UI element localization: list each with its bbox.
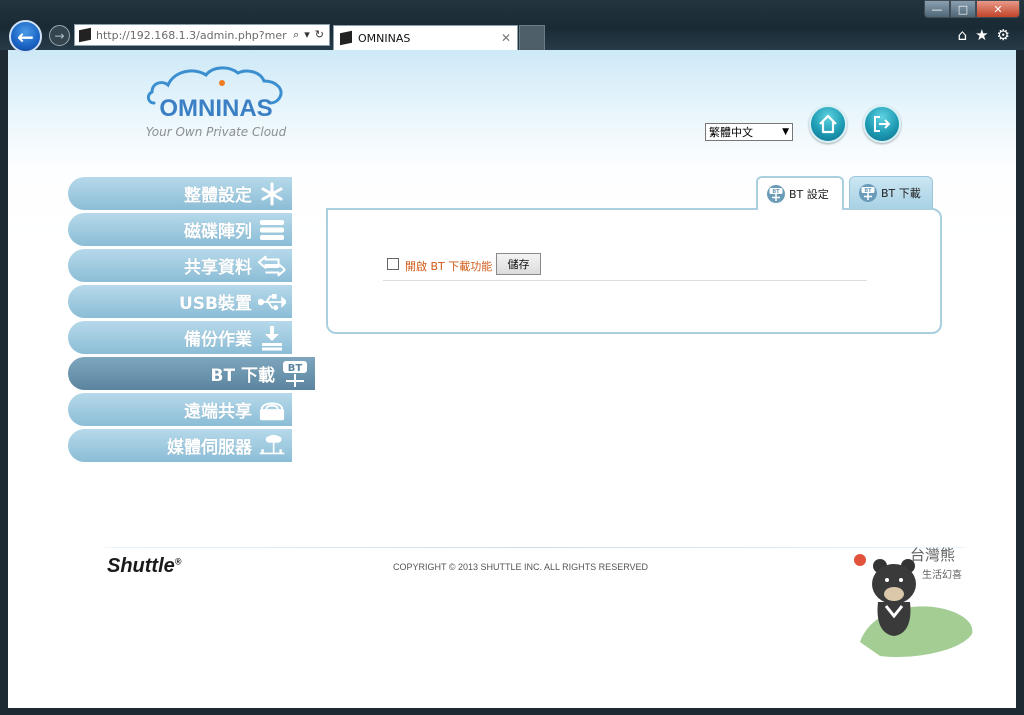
page-icon — [79, 27, 91, 43]
copyright-text: COPYRIGHT © 2013 SHUTTLE INC. ALL RIGHTS… — [393, 562, 649, 572]
sidebar-item-label: 備份作業 — [184, 330, 252, 350]
window-controls: — □ ✕ — [924, 0, 1020, 18]
bt-settings-panel: 開啟 BT 下載功能 儲存 — [326, 208, 942, 334]
media-server-icon — [258, 433, 286, 459]
watermark-title: 台灣熊 — [910, 546, 956, 564]
new-tab-button[interactable] — [519, 25, 545, 50]
sidebar-item-shared-data[interactable]: 共享資料 — [68, 249, 292, 282]
window-close-button[interactable]: ✕ — [976, 0, 1020, 18]
page-viewport: OMNINAS Your Own Private Cloud 繁體中文 ▼ 整體… — [8, 50, 1016, 708]
chevron-down-icon[interactable]: ▾ — [304, 28, 310, 42]
tab-page-icon — [340, 30, 352, 46]
address-bar[interactable]: http://192.168.1.3/admin.php?mer ⌕ ▾ ↻ — [74, 24, 330, 46]
registered-mark: ® — [174, 556, 182, 567]
sidebar-item-bt-download[interactable]: BT 下載 BT — [68, 357, 315, 390]
tab-bt-settings[interactable]: BT BT 設定 — [756, 176, 844, 210]
close-icon[interactable]: ✕ — [501, 31, 517, 45]
enable-bt-label[interactable]: 開啟 BT 下載功能 — [405, 258, 492, 274]
home-icon[interactable]: ⌂ — [958, 26, 968, 44]
backup-icon — [258, 325, 286, 351]
watermark-logo: 台灣熊 生活幻喜 — [850, 542, 980, 662]
svg-text:BT: BT — [288, 363, 303, 374]
divider — [383, 280, 867, 281]
sidebar-item-label: 共享資料 — [184, 258, 252, 278]
disk-array-icon — [258, 217, 286, 243]
usb-icon — [258, 289, 286, 315]
omninas-logo: OMNINAS Your Own Private Cloud — [136, 65, 296, 145]
enable-bt-checkbox[interactable] — [387, 258, 399, 270]
minimize-button[interactable]: — — [924, 0, 950, 18]
favorites-icon[interactable]: ★ — [975, 26, 988, 44]
remote-share-icon — [258, 397, 286, 423]
chevron-down-icon: ▼ — [782, 127, 789, 137]
share-arrows-icon — [258, 253, 286, 279]
tab-bt-download[interactable]: BT BT 下載 — [849, 176, 933, 208]
sidebar-item-backup-jobs[interactable]: 備份作業 — [68, 321, 292, 354]
language-select[interactable]: 繁體中文 ▼ — [705, 123, 793, 141]
sidebar-item-label: 磁碟陣列 — [184, 222, 252, 242]
sidebar-item-disk-array[interactable]: 磁碟陣列 — [68, 213, 292, 246]
footer-divider — [105, 547, 965, 548]
back-arrow-icon: ← — [17, 24, 34, 49]
bt-download-icon: BT — [281, 360, 309, 387]
tab-title: OMNINAS — [358, 31, 411, 45]
forward-arrow-icon: → — [54, 28, 65, 43]
bt-icon: BT — [766, 184, 786, 204]
shuttle-logo-text: Shuttle — [107, 555, 175, 577]
browser-tools: ⌂ ★ ⚙ — [958, 26, 1010, 44]
sidebar-item-label: 整體設定 — [184, 186, 252, 206]
settings-asterisk-icon — [258, 181, 286, 207]
sidebar-item-usb-devices[interactable]: USB裝置 — [68, 285, 292, 318]
tab-label: BT 下載 — [881, 186, 921, 200]
search-icon[interactable]: ⌕ — [293, 28, 299, 42]
browser-tab-omninas[interactable]: OMNINAS ✕ — [333, 25, 518, 50]
home-button[interactable] — [809, 105, 847, 143]
sidebar-item-remote-share[interactable]: 遠端共享 — [68, 393, 292, 426]
sidebar-item-general-settings[interactable]: 整體設定 — [68, 177, 292, 210]
logo-tagline: Your Own Private Cloud — [145, 125, 287, 139]
sidebar-item-label: 媒體伺服器 — [167, 438, 252, 458]
refresh-icon[interactable]: ↻ — [315, 28, 324, 42]
url-text: http://192.168.1.3/admin.php?mer — [96, 28, 287, 42]
tab-label: BT 設定 — [789, 188, 829, 201]
back-button[interactable]: ← — [9, 20, 42, 53]
sidebar-item-label: 遠端共享 — [184, 402, 252, 422]
gear-icon[interactable]: ⚙ — [997, 26, 1010, 44]
forward-button[interactable]: → — [49, 25, 70, 46]
bt-icon: BT — [858, 183, 878, 203]
logout-icon — [874, 116, 891, 132]
logout-button[interactable] — [863, 105, 901, 143]
save-button[interactable]: 儲存 — [496, 253, 541, 275]
sidebar-item-label: BT 下載 — [210, 366, 275, 386]
watermark-subtitle: 生活幻喜 — [922, 570, 962, 581]
logo-wordmark: OMNINAS — [159, 95, 273, 122]
home-icon — [819, 114, 837, 134]
sidebar-item-media-server[interactable]: 媒體伺服器 — [68, 429, 292, 462]
language-value: 繁體中文 — [709, 126, 753, 139]
browser-chrome: ← → http://192.168.1.3/admin.php?mer ⌕ ▾… — [0, 0, 1024, 53]
sidebar-item-label: USB裝置 — [178, 294, 252, 314]
maximize-button[interactable]: □ — [950, 0, 976, 18]
shuttle-logo: Shuttle® — [107, 555, 181, 578]
